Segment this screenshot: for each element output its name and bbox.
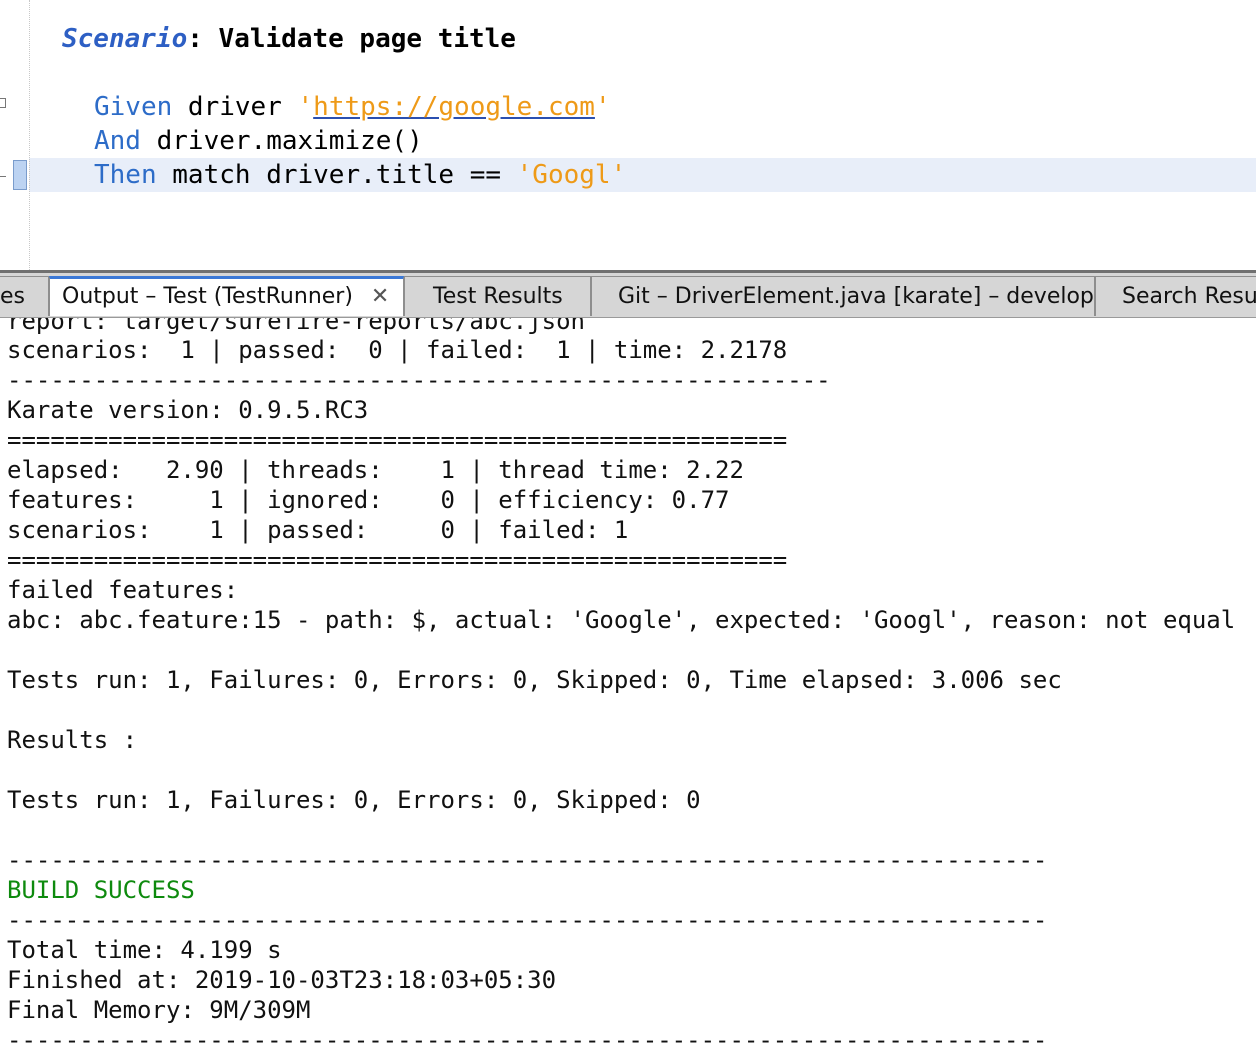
step-text: match driver.title == xyxy=(156,160,517,190)
close-icon[interactable]: ✕ xyxy=(371,279,389,315)
output-line: Tests run: 1, Failures: 0, Errors: 0, Sk… xyxy=(7,786,701,814)
output-line: ========================================… xyxy=(7,546,788,574)
tab-git-driverelement[interactable]: Git – DriverElement.java [karate] – deve… xyxy=(591,276,1095,316)
output-line: Final Memory: 9M/309M xyxy=(7,996,311,1024)
output-line: elapsed: 2.90 | threads: 1 | thread time… xyxy=(7,456,744,484)
output-line: ----------------------------------------… xyxy=(7,906,1048,934)
scenario-keyword: Scenario xyxy=(62,24,188,54)
output-line-failure: abc: abc.feature:15 - path: $, actual: '… xyxy=(7,606,1236,634)
tab-output-test[interactable]: Output – Test (TestRunner) ✕ xyxy=(49,276,404,316)
step-keyword: And xyxy=(94,126,141,156)
step-text: driver.maximize() xyxy=(140,126,423,156)
output-line: Total time: 4.199 s xyxy=(7,936,282,964)
step-text: driver xyxy=(172,92,298,122)
tab-files[interactable]: es xyxy=(0,276,49,316)
code-editor[interactable]: Scenario: Validate page title Given driv… xyxy=(0,0,1256,270)
output-line: ----------------------------------------… xyxy=(7,1026,1048,1050)
string-quote: ' xyxy=(297,92,314,122)
output-line: features: 1 | ignored: 0 | efficiency: 0… xyxy=(7,486,730,514)
output-line: scenarios: 1 | passed: 0 | failed: 1 | t… xyxy=(7,336,788,364)
string-quote: ' xyxy=(594,92,611,122)
output-tab-bar: es Output – Test (TestRunner) ✕ Test Resu… xyxy=(0,270,1256,318)
step-line-then[interactable]: Then match driver.title == 'Googl' xyxy=(94,158,626,192)
step-keyword: Given xyxy=(94,92,173,122)
fold-icon[interactable] xyxy=(0,98,6,108)
step-line-and[interactable]: And driver.maximize() xyxy=(94,124,423,158)
output-line: scenarios: 1 | passed: 0 | failed: 1 xyxy=(7,516,629,544)
output-line: ----------------------------------------… xyxy=(7,366,831,394)
step-line-given[interactable]: Given driver 'https://google.com' xyxy=(94,90,611,124)
step-string: 'Googl' xyxy=(516,160,627,190)
build-success-line: BUILD SUCCESS xyxy=(7,876,195,904)
bookmark-marker xyxy=(13,160,27,190)
scenario-title: Validate page title xyxy=(218,24,516,54)
tab-label: Test Results xyxy=(433,284,563,309)
scenario-line[interactable]: Scenario: Validate page title xyxy=(62,22,516,56)
gutter-divider xyxy=(29,0,30,270)
output-line: Finished at: 2019-10-03T23:18:03+05:30 xyxy=(7,966,557,994)
output-line: failed features: xyxy=(7,576,239,604)
tab-label: Search Resul xyxy=(1122,284,1256,309)
fold-end-icon xyxy=(0,176,6,177)
output-line: Karate version: 0.9.5.RC3 xyxy=(7,396,369,424)
output-line: report: target/surefire-reports/abc.json xyxy=(7,318,585,335)
tab-label: es xyxy=(0,284,25,309)
scenario-colon: : xyxy=(187,24,203,54)
output-line: ========================================… xyxy=(7,426,788,454)
tab-test-results[interactable]: Test Results xyxy=(404,276,591,316)
output-line: ----------------------------------------… xyxy=(7,846,1048,874)
output-line: Results : xyxy=(7,726,138,754)
tab-search-results[interactable]: Search Resul xyxy=(1095,276,1256,316)
output-line: Tests run: 1, Failures: 0, Errors: 0, Sk… xyxy=(7,666,1062,694)
output-console[interactable]: report: target/surefire-reports/abc.json… xyxy=(0,318,1256,1050)
tab-label: Output – Test (TestRunner) xyxy=(62,284,353,309)
step-keyword: Then xyxy=(94,160,157,190)
url-link[interactable]: https://google.com xyxy=(313,92,595,122)
tab-label: Git – DriverElement.java [karate] – deve… xyxy=(618,284,1094,309)
